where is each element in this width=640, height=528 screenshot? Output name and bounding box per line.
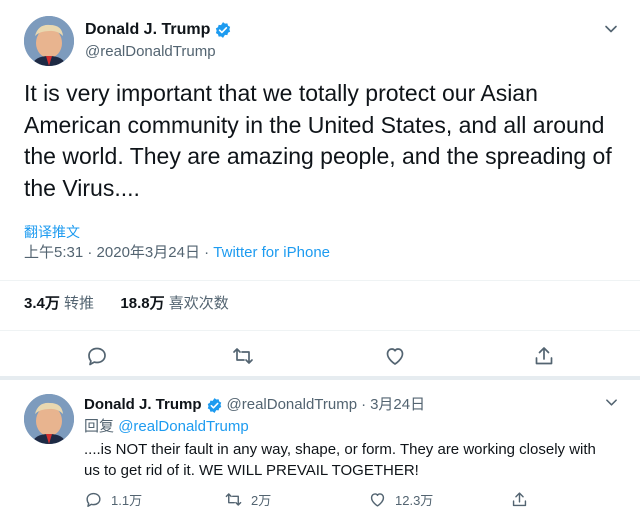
retweet-count: 2万 [251,492,272,508]
reply-button[interactable] [85,344,109,368]
like-count: 12.3万 [395,492,434,508]
tweet-text: ....is NOT their fault in any way, shape… [84,441,596,479]
share-icon [535,347,553,365]
heart-icon [386,348,404,365]
heart-icon [370,492,385,507]
replying-to: 回复 @realDonaldTrump [84,417,249,437]
tweet-date[interactable]: 2020年3月24日 [97,244,200,261]
tweet-text: It is very important that we totally pro… [24,80,612,201]
mention-link[interactable]: @realDonaldTrump [118,418,249,435]
avatar[interactable] [24,394,74,444]
like-button[interactable] [383,344,407,368]
share-button[interactable] [510,488,537,510]
meta-separator: · [87,244,93,261]
retweets-label: 转推 [64,295,95,312]
avatar[interactable] [24,16,74,66]
tweet-stats: 3.4万 转推 18.8万 喜欢次数 [24,294,229,314]
chevron-down-icon[interactable] [604,22,618,36]
display-name[interactable]: Donald J. Trump [85,20,232,40]
retweets-stat[interactable]: 3.4万 转推 [24,295,94,312]
handle[interactable]: @realDonaldTrump [227,395,358,415]
verified-badge-icon [216,22,231,38]
reply-actions: 1.1万 2万 12.3万 [84,488,624,510]
divider [0,280,640,281]
retweet-button[interactable]: 2万 [224,488,271,510]
reply-header: Donald J. Trump @realDonaldTrump · 3月24日 [84,395,425,415]
share-button[interactable] [532,344,556,368]
translate-tweet-link[interactable]: 翻译推文 [24,224,80,240]
likes-label: 喜欢次数 [168,295,229,312]
retweet-icon [233,348,253,364]
tweet-time[interactable]: 上午5:31 [24,244,83,261]
meta-separator: · [204,244,210,261]
display-name[interactable]: Donald J. Trump [84,395,202,415]
tweet-timestamp: 上午5:31 · 2020年3月24日 · Twitter for iPhone [24,244,330,262]
verified-badge-icon [207,397,221,413]
reply-icon [88,347,106,366]
retweets-count: 3.4万 [24,295,60,312]
tweet-date[interactable]: 3月24日 [370,395,425,415]
tweet-source-link[interactable]: Twitter for iPhone [213,244,330,261]
reply-icon [86,492,101,507]
reply-button[interactable]: 1.1万 [84,488,142,510]
meta-separator: · [361,396,367,413]
likes-count: 18.8万 [120,295,165,312]
likes-stat[interactable]: 18.8万 喜欢次数 [120,295,228,312]
reply-count: 1.1万 [111,492,143,508]
display-name-text: Donald J. Trump [85,21,211,38]
chevron-down-icon[interactable] [605,396,618,409]
retweet-icon [225,492,242,506]
handle[interactable]: @realDonaldTrump [85,42,216,62]
replying-to-label: 回复 [84,418,115,435]
divider [0,330,640,331]
share-icon [512,491,527,506]
like-button[interactable]: 12.3万 [368,488,433,510]
reply-tweet[interactable]: Donald J. Trump @realDonaldTrump · 3月24日… [0,380,640,528]
main-tweet: Donald J. Trump @realDonaldTrump It is v… [0,0,640,383]
retweet-button[interactable] [231,344,255,368]
